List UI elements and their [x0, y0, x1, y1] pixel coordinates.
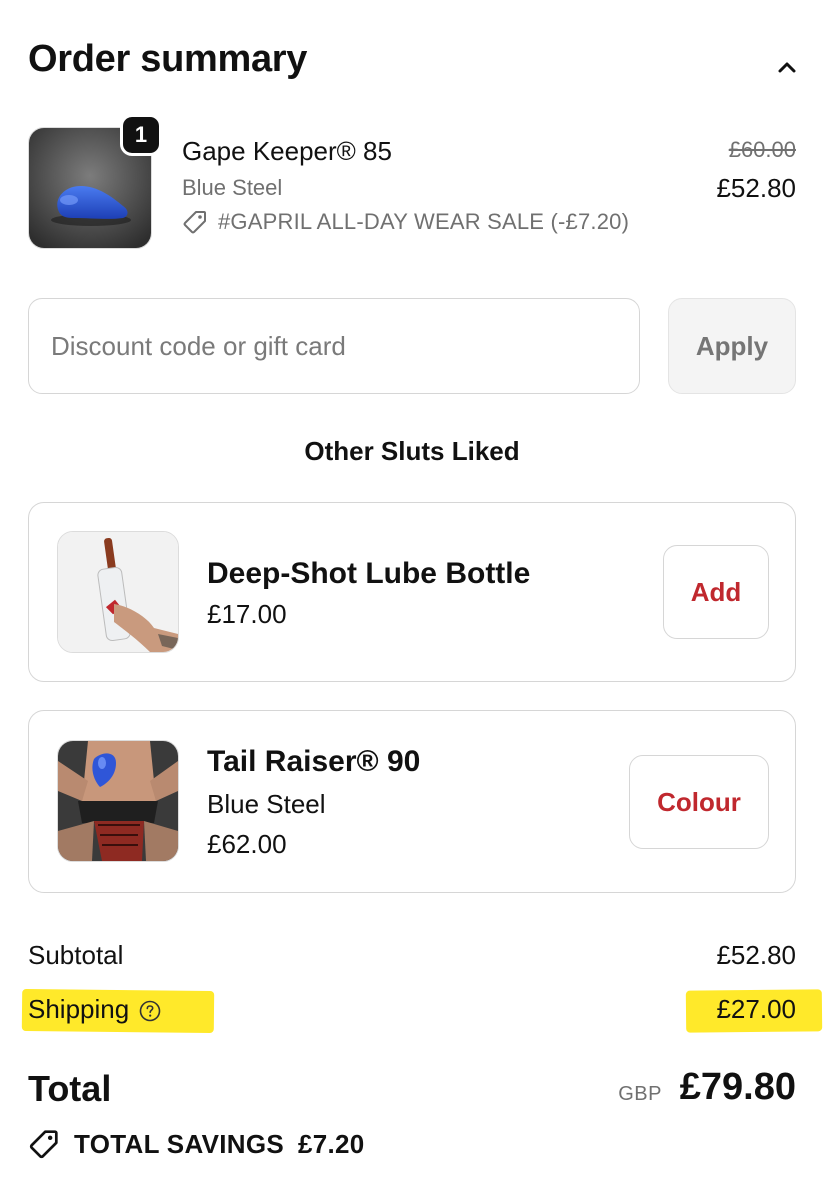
upsell-variant: Blue Steel: [207, 789, 326, 819]
subtotal-value: £52.80: [716, 940, 796, 970]
colour-button[interactable]: Colour: [629, 755, 769, 849]
total-savings: TOTAL SAVINGS £7.20: [28, 1128, 365, 1160]
quantity-badge: 1: [120, 114, 162, 156]
total-value: £79.80: [679, 1066, 796, 1108]
upsell-price: £17.00: [207, 599, 287, 629]
upsell-heading: Other Sluts Liked: [304, 436, 520, 466]
tag-icon: [29, 1130, 58, 1159]
discount-label: #GAPRIL ALL-DAY WEAR SALE (-£7.20): [218, 209, 630, 234]
question-circle-icon[interactable]: [139, 1000, 161, 1022]
shipping-value: £27.00: [716, 994, 796, 1024]
total-label: Total: [28, 1068, 112, 1109]
upsell-price: £62.00: [207, 829, 287, 859]
shipping-label-text: Shipping: [28, 994, 130, 1024]
product-variant: Blue Steel: [182, 175, 283, 200]
currency-code: GBP: [618, 1083, 662, 1105]
add-button[interactable]: Add: [663, 545, 769, 639]
savings-value: £7.20: [298, 1128, 365, 1159]
discount-line: #GAPRIL ALL-DAY WEAR SALE (-£7.20): [182, 209, 629, 235]
upsell-image: [57, 531, 179, 653]
page-title: Order summary: [28, 38, 308, 80]
item-price: £52.80: [716, 173, 796, 203]
upsell-card: Tail Raiser® 90 Blue Steel £62.00 Colour: [28, 710, 796, 893]
tag-icon: [183, 211, 206, 234]
apply-button[interactable]: Apply: [668, 298, 796, 394]
upsell-image: [57, 740, 179, 862]
original-price: £60.00: [728, 137, 796, 162]
upsell-title: Tail Raiser® 90: [207, 745, 421, 778]
chevron-up-icon[interactable]: [772, 52, 802, 82]
upsell-card: Deep-Shot Lube Bottle £17.00 Add: [28, 502, 796, 682]
subtotal-label: Subtotal: [28, 940, 124, 970]
shipping-label: Shipping: [28, 994, 161, 1025]
savings-label: TOTAL SAVINGS: [74, 1128, 284, 1159]
discount-code-input[interactable]: [28, 298, 640, 394]
upsell-title: Deep-Shot Lube Bottle: [207, 557, 531, 590]
product-name: Gape Keeper® 85: [182, 136, 392, 166]
